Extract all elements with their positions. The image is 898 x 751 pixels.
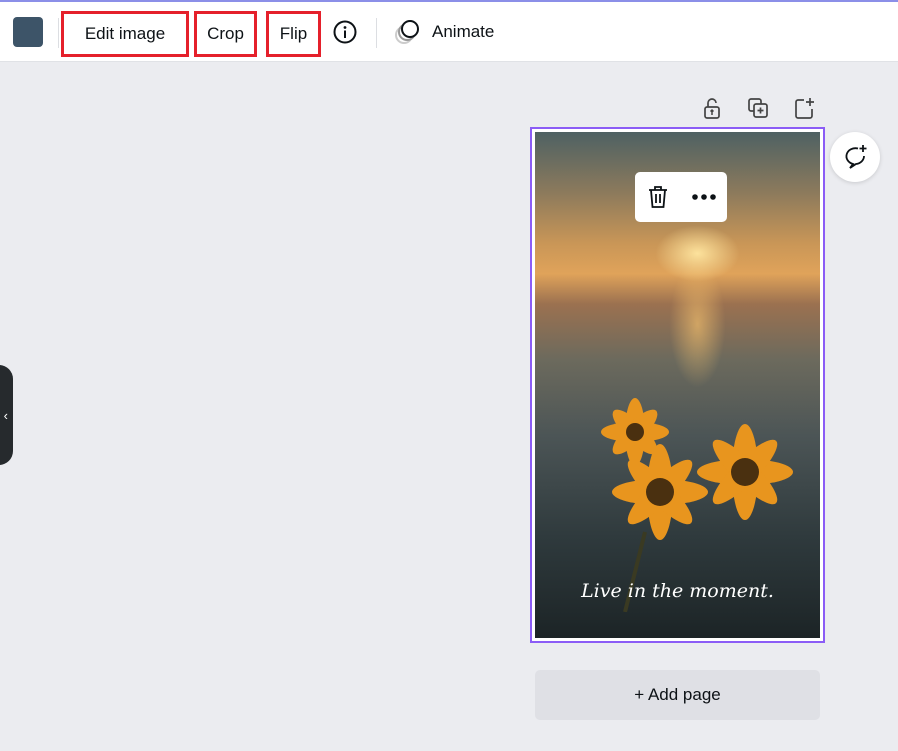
caption-text[interactable]: Live in the moment. xyxy=(535,580,820,602)
info-icon[interactable] xyxy=(333,20,357,44)
add-comment-button[interactable] xyxy=(830,132,880,182)
animate-label: Animate xyxy=(432,22,495,41)
sidebar-collapse-handle[interactable]: ‹ xyxy=(0,365,13,465)
animate-button[interactable]: Animate xyxy=(394,18,494,46)
divider xyxy=(58,18,59,48)
flip-button[interactable]: Flip xyxy=(266,11,321,57)
edit-image-button[interactable]: Edit image xyxy=(61,11,189,57)
element-context-menu xyxy=(635,172,727,222)
top-toolbar: Edit image Crop Flip Animate xyxy=(0,0,898,62)
divider xyxy=(376,18,377,48)
add-page-icon[interactable] xyxy=(792,96,816,120)
add-page-button[interactable]: + Add page xyxy=(535,670,820,720)
sunset-flowers-image[interactable]: Live in the moment. xyxy=(535,132,820,638)
comment-add-icon xyxy=(845,145,867,169)
lock-icon[interactable] xyxy=(700,96,724,120)
crop-button[interactable]: Crop xyxy=(194,11,257,57)
duplicate-page-icon[interactable] xyxy=(746,96,770,120)
flowers-graphic xyxy=(601,398,793,612)
animate-icon xyxy=(395,20,419,44)
design-page-selected[interactable]: Live in the moment. xyxy=(530,127,825,643)
color-swatch-button[interactable] xyxy=(13,17,43,47)
more-options-icon[interactable] xyxy=(691,193,717,201)
trash-icon[interactable] xyxy=(646,184,670,210)
